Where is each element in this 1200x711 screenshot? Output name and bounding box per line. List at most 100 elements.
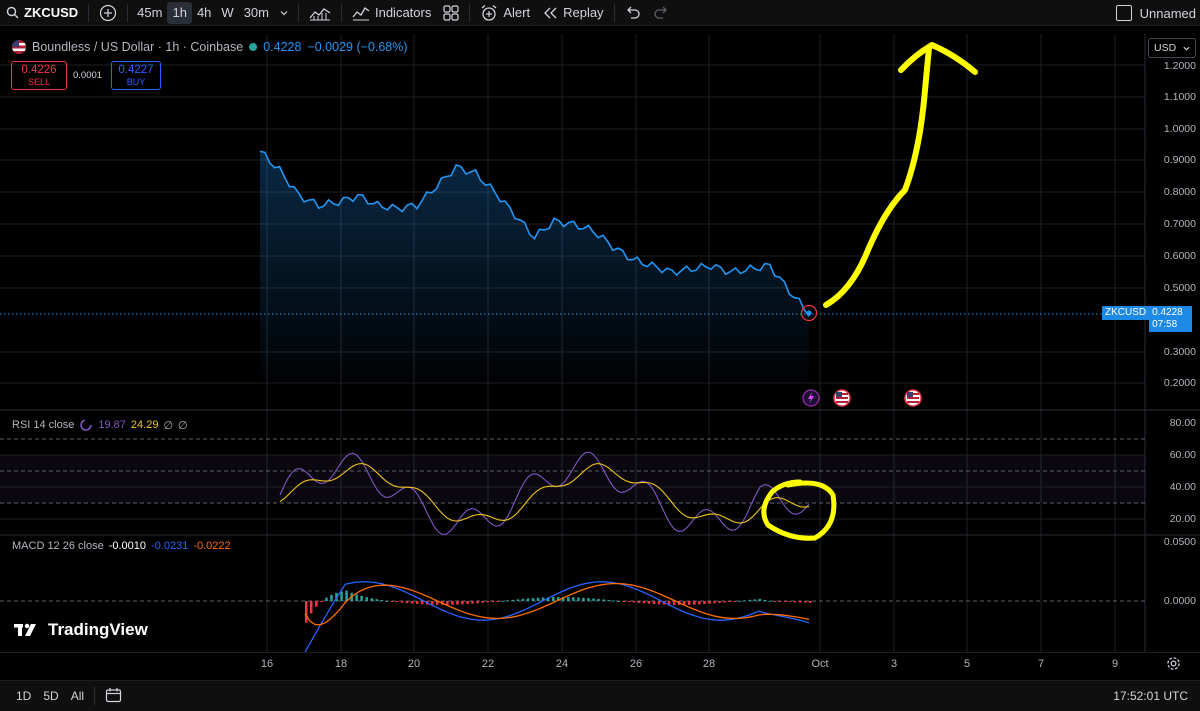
time-tick: 20: [407, 658, 421, 670]
macd-hist-bar: [552, 597, 555, 601]
macd-hist-bar: [496, 601, 499, 602]
macd-hist-bar: [481, 601, 484, 603]
time-tick: 9: [1111, 658, 1119, 670]
time-tick: 24: [555, 658, 569, 670]
macd-hist-bar: [325, 597, 328, 601]
price-tick: 0.7000: [1163, 218, 1196, 230]
macd-hist-bar: [768, 600, 772, 602]
buy-price: 0.4227: [118, 64, 154, 76]
last-price-label: ZKCUSD 0.4228 07:58: [1102, 306, 1193, 332]
macd-hist-bar: [607, 599, 610, 601]
time-axis[interactable]: 16 18 20 22 24 26 28 Oct 3 5 7 9: [0, 652, 1200, 674]
macd-hist-bar: [652, 601, 656, 605]
macd-hist-bar: [738, 600, 741, 602]
macd-hist-bar: [733, 601, 736, 602]
macd-hist-bar: [360, 595, 363, 601]
macd-hist-bar: [310, 601, 313, 614]
tradingview-logo[interactable]: TradingView: [14, 620, 148, 640]
macd-hist-bar: [315, 601, 318, 607]
macd-hist-bar: [587, 598, 590, 601]
price-scale[interactable]: 1.2000 1.1000 1.0000 0.9000 0.8000 0.700…: [1145, 34, 1200, 652]
range-5d[interactable]: 5D: [37, 689, 64, 703]
macd-hist-bar: [420, 601, 424, 605]
calendar-icon: [105, 687, 122, 702]
range-all[interactable]: All: [65, 689, 90, 703]
bar-countdown: 07:58: [1152, 319, 1178, 330]
rsi-label: RSI 14 close: [12, 419, 75, 431]
macd-hist-bar: [572, 597, 575, 601]
time-tick: 5: [963, 658, 971, 670]
rsi-legend[interactable]: RSI 14 close 19.87 24.29 ∅ ∅: [12, 418, 188, 432]
time-tick: 3: [890, 658, 898, 670]
chart-canvas[interactable]: [0, 0, 1200, 711]
macd-hist-bar: [380, 600, 384, 601]
macd-hist-bar: [506, 600, 510, 602]
gear-icon: [1167, 657, 1180, 670]
macd-hist-bar: [466, 601, 469, 604]
goto-date-button[interactable]: [99, 687, 128, 706]
range-1d[interactable]: 1D: [10, 689, 37, 703]
price-tick: 1.0000: [1163, 123, 1196, 135]
price-tick: 0.5000: [1163, 282, 1196, 294]
macd-hist-bar: [375, 599, 379, 601]
macd-hist-bar: [602, 599, 605, 601]
price-tick: 0.8000: [1163, 186, 1196, 198]
macd-hist-bar: [370, 598, 373, 601]
event-markers[interactable]: [802, 389, 922, 407]
price-tick: 0.9000: [1163, 154, 1196, 166]
buy-label: BUY: [126, 77, 146, 87]
last-price-value: 0.4228: [1152, 307, 1183, 318]
time-tick: Oct: [811, 658, 829, 670]
sell-price: 0.4226: [21, 64, 57, 76]
time-tick: 28: [702, 658, 716, 670]
macd-hist-bar: [647, 601, 651, 604]
macd-legend[interactable]: MACD 12 26 close -0.0010 -0.0231 -0.0222: [12, 540, 231, 552]
macd-hist-bar: [476, 601, 479, 604]
sell-button[interactable]: 0.4226 SELL: [11, 61, 67, 90]
legend-title[interactable]: Boundless / US Dollar · 1h · Coinbase: [32, 40, 243, 54]
macd-hist-bar: [713, 601, 716, 604]
macd-tick: 0.0000: [1163, 595, 1196, 607]
market-status-icon: [249, 43, 258, 51]
buy-button[interactable]: 0.4227 BUY: [111, 61, 161, 90]
macd-hist-bar: [783, 601, 787, 602]
macd-hist-bar: [446, 601, 449, 605]
macd-hist-bar: [642, 601, 646, 604]
macd-hist-bar: [456, 601, 459, 605]
macd-hist-bar: [355, 594, 358, 601]
macd-hist-bar: [788, 601, 792, 602]
clock[interactable]: 17:52:01 UTC: [1113, 689, 1188, 703]
settings-button[interactable]: [1166, 656, 1181, 674]
us-flag-icon: [12, 40, 26, 54]
macd-hist-bar: [804, 601, 807, 603]
price-tick: 0.2000: [1163, 377, 1196, 389]
macd-tick: 0.0500: [1163, 536, 1196, 548]
macd-hist-bar: [330, 594, 333, 601]
macd-line[interactable]: [304, 581, 810, 653]
tv-logo-icon: [14, 623, 36, 636]
price-tick: 0.6000: [1163, 250, 1196, 262]
signal-line[interactable]: [304, 582, 810, 626]
macd-hist-bar: [632, 601, 636, 603]
macd-hist-bar: [305, 601, 308, 623]
time-tick: 7: [1037, 658, 1045, 670]
price-tick: 1.2000: [1163, 60, 1196, 72]
main-legend: Boundless / US Dollar · 1h · Coinbase 0.…: [12, 40, 408, 54]
macd-hist-bar: [340, 591, 343, 601]
price-area-fill: [260, 151, 809, 380]
signal-value: -0.0222: [193, 540, 231, 552]
macd-hist-bar: [431, 601, 434, 605]
macd-hist-bar: [693, 601, 696, 605]
macd-hist-bar: [345, 590, 348, 601]
macd-label: MACD 12 26 close: [12, 540, 104, 552]
macd-hist-bar: [451, 601, 454, 605]
macd-hist-bar: [597, 598, 600, 601]
price-tick: 1.1000: [1163, 91, 1196, 103]
sell-label: SELL: [27, 77, 51, 87]
divider: [94, 687, 96, 705]
time-tick: 16: [260, 658, 274, 670]
macd-hist-bar: [798, 601, 802, 603]
legend-change: −0.0029 (−0.68%): [307, 40, 408, 54]
time-tick: 18: [334, 658, 348, 670]
rsi-ma-value: 24.29: [130, 419, 159, 431]
